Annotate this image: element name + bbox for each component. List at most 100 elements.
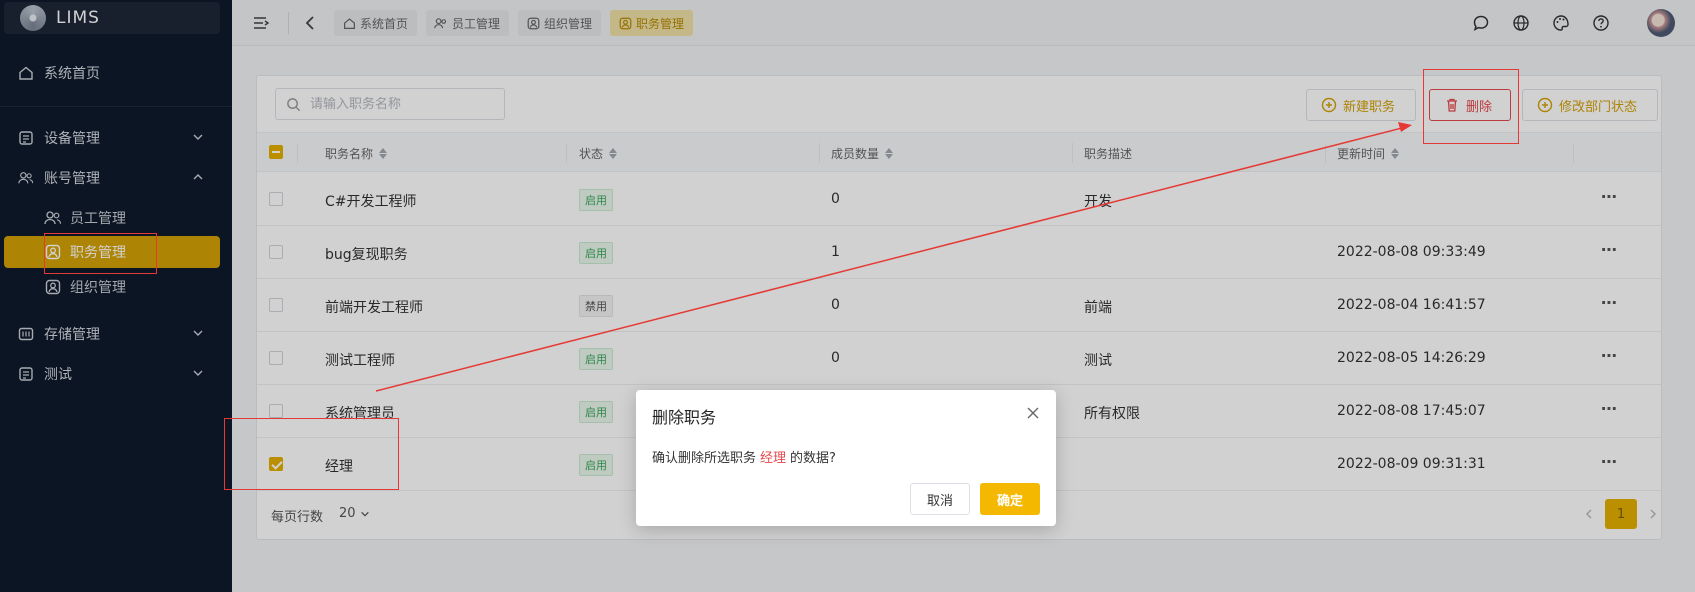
tab-positions[interactable]: 职务管理 [610, 10, 694, 36]
chevron-down-icon [192, 131, 204, 147]
more-icon[interactable]: ⋯ [1601, 346, 1618, 365]
help-icon[interactable] [1590, 12, 1612, 34]
dialog-message-target: 经理 [760, 451, 787, 466]
sidebar-item-home[interactable]: 系统首页 [0, 54, 232, 92]
more-icon[interactable]: ⋯ [1601, 452, 1618, 471]
confirm-button[interactable]: 确定 [980, 483, 1040, 515]
col-label: 更新时间 [1337, 147, 1386, 161]
test-icon [18, 366, 34, 382]
cell-members: 0 [831, 297, 840, 313]
users-icon [18, 170, 34, 186]
status-badge: 启用 [579, 454, 613, 476]
column-separator [566, 143, 567, 163]
dialog-message-suffix: 的数据? [790, 451, 836, 466]
sidebar-item-org[interactable]: 组织管理 [0, 270, 232, 304]
sidebar-item-label: 员工管理 [70, 211, 126, 227]
cell-desc: 测试 [1084, 353, 1112, 369]
sidebar: LIMS 系统首页 设备管理 账号管理 员工管理 职务管理 组织管理 存储管理 … [0, 0, 232, 592]
delete-button[interactable]: 删除 [1429, 89, 1511, 121]
chevron-up-icon [192, 171, 204, 187]
home-icon [18, 65, 34, 81]
table-row[interactable]: bug复现职务 启用 1 2022-08-08 09:33:49 ⋯ [257, 226, 1661, 279]
more-icon[interactable]: ⋯ [1601, 293, 1618, 312]
top-header: 系统首页 员工管理 组织管理 职务管理 [232, 0, 1695, 46]
tab-org[interactable]: 组织管理 [518, 10, 602, 36]
close-icon[interactable] [1026, 406, 1040, 420]
sidebar-item-storage[interactable]: 存储管理 [0, 315, 232, 353]
row-checkbox[interactable] [269, 457, 283, 471]
sidebar-item-label: 组织管理 [70, 280, 126, 296]
more-icon[interactable]: ⋯ [1601, 187, 1618, 206]
sidebar-item-equipment[interactable]: 设备管理 [0, 119, 232, 157]
row-checkbox[interactable] [269, 351, 283, 365]
chevron-down-icon [360, 509, 370, 519]
sort-icon[interactable] [379, 148, 388, 159]
palette-icon[interactable] [1550, 12, 1572, 34]
sidebar-divider [0, 106, 232, 107]
sidebar-item-label: 账号管理 [44, 171, 100, 187]
menu-collapse-icon[interactable] [250, 12, 272, 34]
users-icon [44, 210, 62, 226]
chevron-down-icon [192, 327, 204, 343]
dialog-title: 删除职务 [652, 408, 717, 427]
col-header-status[interactable]: 状态 [579, 145, 618, 162]
col-header-members[interactable]: 成员数量 [831, 145, 894, 162]
page-button-current[interactable]: 1 [1605, 499, 1637, 529]
more-icon[interactable]: ⋯ [1601, 399, 1618, 418]
search-box[interactable] [275, 88, 505, 120]
tab-employees[interactable]: 员工管理 [426, 10, 510, 36]
sort-icon[interactable] [885, 148, 894, 159]
next-page-icon[interactable] [1637, 499, 1669, 529]
equipment-icon [18, 130, 34, 146]
sidebar-item-label: 职务管理 [70, 245, 126, 261]
new-position-button[interactable]: 新建职务 [1306, 89, 1416, 121]
select-all-checkbox[interactable] [269, 145, 283, 159]
edit-status-button[interactable]: 修改部门状态 [1522, 89, 1658, 121]
cell-updated: 2022-08-09 09:31:31 [1337, 456, 1486, 472]
sidebar-item-positions[interactable]: 职务管理 [4, 236, 220, 268]
cancel-button[interactable]: 取消 [910, 483, 970, 515]
cell-name: bug复现职务 [325, 247, 408, 263]
sidebar-item-employees[interactable]: 员工管理 [0, 201, 232, 235]
button-label: 修改部门状态 [1559, 99, 1638, 115]
cell-updated: 2022-08-05 14:26:29 [1337, 350, 1486, 366]
sidebar-item-test[interactable]: 测试 [0, 355, 232, 393]
table-row[interactable]: C#开发工程师 启用 0 开发 ⋯ [257, 173, 1661, 226]
page-size-select[interactable]: 20 [339, 506, 370, 521]
tab-home[interactable]: 系统首页 [334, 10, 418, 36]
cell-name: C#开发工程师 [325, 194, 417, 210]
chat-icon[interactable] [1470, 12, 1492, 34]
column-separator [819, 143, 820, 163]
col-header-desc: 职务描述 [1084, 145, 1132, 162]
avatar[interactable] [1647, 9, 1675, 37]
globe-icon[interactable] [1510, 12, 1532, 34]
tab-label: 组织管理 [544, 16, 593, 31]
more-icon[interactable]: ⋯ [1601, 240, 1618, 259]
cell-desc: 所有权限 [1084, 406, 1140, 422]
search-icon [286, 96, 302, 112]
app-name: LIMS [56, 8, 100, 28]
chevron-down-icon [192, 367, 204, 383]
cell-name: 前端开发工程师 [325, 300, 423, 316]
cell-name: 测试工程师 [325, 353, 395, 369]
position-icon [618, 16, 632, 30]
back-icon[interactable] [299, 12, 321, 34]
status-badge: 禁用 [579, 295, 613, 317]
table-row[interactable]: 前端开发工程师 禁用 0 前端 2022-08-04 16:41:57 ⋯ [257, 279, 1661, 332]
brand[interactable]: LIMS [4, 2, 220, 34]
row-checkbox[interactable] [269, 245, 283, 259]
sidebar-item-account[interactable]: 账号管理 [0, 159, 232, 197]
sidebar-item-label: 设备管理 [44, 131, 100, 147]
col-header-name[interactable]: 职务名称 [325, 145, 388, 162]
sort-icon[interactable] [609, 148, 618, 159]
row-checkbox[interactable] [269, 404, 283, 418]
prev-page-icon[interactable] [1573, 499, 1605, 529]
status-badge: 启用 [579, 242, 613, 264]
search-input[interactable] [310, 96, 490, 112]
table-row[interactable]: 测试工程师 启用 0 测试 2022-08-05 14:26:29 ⋯ [257, 332, 1661, 385]
col-header-updated[interactable]: 更新时间 [1337, 145, 1400, 162]
sort-icon[interactable] [1391, 148, 1400, 159]
row-checkbox[interactable] [269, 298, 283, 312]
row-checkbox[interactable] [269, 192, 283, 206]
col-label: 成员数量 [831, 147, 880, 161]
